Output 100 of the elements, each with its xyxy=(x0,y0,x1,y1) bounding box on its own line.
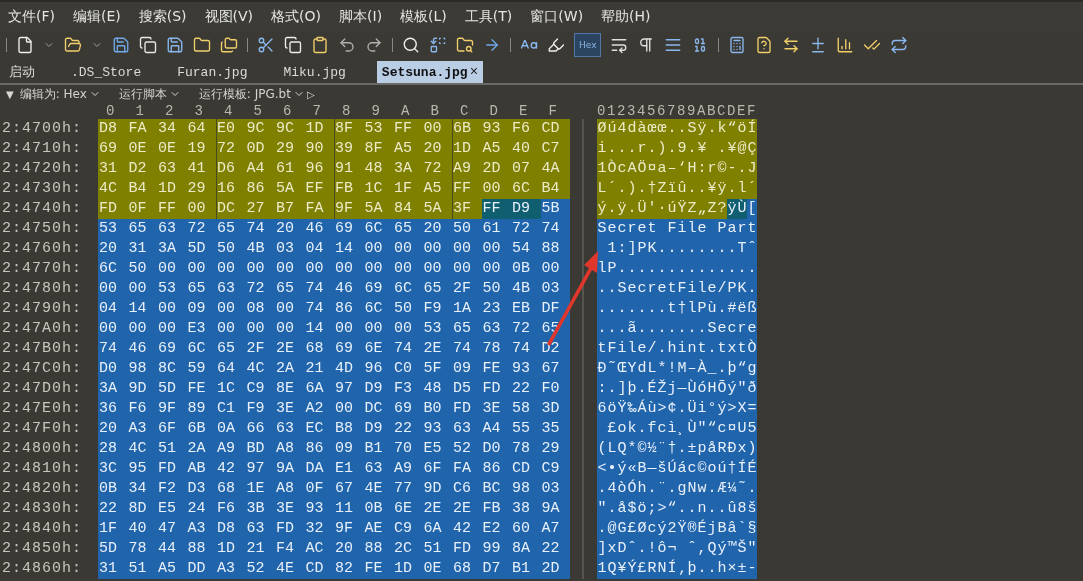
hex-byte: DA xyxy=(304,459,334,479)
hex-byte: 69 xyxy=(363,279,393,299)
hex-byte: 00 xyxy=(186,199,216,219)
hex-byte: 3E xyxy=(275,499,305,519)
search-icon[interactable] xyxy=(402,36,420,54)
hex-byte: 03 xyxy=(540,279,570,299)
hex-toggle[interactable]: Hex xyxy=(574,33,602,57)
file-tab[interactable]: Miku.jpg xyxy=(278,61,351,83)
copy-icon[interactable] xyxy=(284,36,302,54)
hex-byte: CD xyxy=(304,559,334,579)
hex-byte: 29 xyxy=(275,139,305,159)
hex-byte: A9 xyxy=(452,159,482,179)
folders-icon[interactable] xyxy=(220,36,238,54)
run-script-menu[interactable]: 运行脚本 xyxy=(118,85,167,103)
hex-byte: 70 xyxy=(393,439,423,459)
close-icon[interactable]: × xyxy=(469,64,479,80)
menu-item[interactable]: 模板(L) xyxy=(400,7,457,26)
file-tab[interactable]: 启动 xyxy=(4,61,40,83)
help-file-icon[interactable] xyxy=(755,36,774,54)
collapse-icon[interactable]: ▼ xyxy=(6,88,14,100)
menu-item[interactable]: 编辑(E) xyxy=(73,7,131,26)
menu-item[interactable]: 脚本(I) xyxy=(339,7,393,26)
histogram-icon[interactable] xyxy=(836,36,855,54)
hex-byte: 6C xyxy=(363,299,393,319)
hex-byte: 51 xyxy=(422,539,452,559)
hex-byte: 3E xyxy=(275,399,305,419)
menu-item[interactable]: 文件(F) xyxy=(8,7,65,26)
hex-byte: 48 xyxy=(363,159,393,179)
hex-byte: AE xyxy=(363,519,393,539)
hex-byte: 52 xyxy=(452,439,482,459)
save-icon[interactable] xyxy=(112,36,130,54)
edit-as-menu[interactable]: 编辑为: Hex xyxy=(19,85,87,103)
hex-byte: 3D xyxy=(540,399,570,419)
hex-byte: 4E xyxy=(275,559,305,579)
menu-item[interactable]: 工具(T) xyxy=(464,7,523,26)
hex-byte: F4 xyxy=(275,539,305,559)
hex-byte: 1E xyxy=(245,479,275,499)
hex-byte: C9 xyxy=(393,519,423,539)
ascii-text: ý.ÿ.Ü'·úŸZ„Z?ÿÙ[ xyxy=(597,199,758,219)
hex-byte: CD xyxy=(540,119,570,139)
tab-label: Miku.jpg xyxy=(283,64,346,80)
hex-byte: FA xyxy=(304,199,334,219)
menu-item[interactable]: 窗口(W) xyxy=(530,7,594,26)
goto-icon[interactable] xyxy=(483,36,501,54)
open-folder-icon[interactable] xyxy=(64,36,82,54)
cut-icon[interactable] xyxy=(257,36,275,54)
hex-byte: 50 xyxy=(393,299,423,319)
menu-item[interactable]: 格式(O) xyxy=(271,7,332,26)
hex-byte: 5D xyxy=(98,539,128,559)
hex-byte: 48 xyxy=(422,379,452,399)
hex-byte: E0 xyxy=(216,119,246,139)
hex-byte: 0E xyxy=(157,139,187,159)
file-tab[interactable]: Furan.jpg xyxy=(172,61,253,83)
hex-byte: 03 xyxy=(275,239,305,259)
redo-icon[interactable] xyxy=(365,36,383,54)
find-in-files-icon[interactable] xyxy=(456,36,474,54)
hex-byte: 09 xyxy=(334,439,364,459)
hex-byte: 2E xyxy=(422,339,452,359)
column-label: 6 xyxy=(282,103,293,119)
hex-byte: C6 xyxy=(452,479,482,499)
hex-byte: 65 xyxy=(422,279,452,299)
hex-byte: 20 xyxy=(98,239,128,259)
hex-byte: 69 xyxy=(98,139,128,159)
run-icon[interactable]: ▷ xyxy=(306,88,315,100)
new-file-icon[interactable] xyxy=(16,36,34,54)
highlighter-icon[interactable] xyxy=(547,36,565,54)
swap-icon[interactable] xyxy=(782,36,801,54)
hex-byte: 0E xyxy=(127,139,157,159)
hex-byte: 6C xyxy=(511,179,541,199)
hex-byte: 63 xyxy=(275,419,305,439)
hex-byte: D7 xyxy=(481,559,511,579)
wrap-icon[interactable] xyxy=(610,36,629,54)
column-label: B xyxy=(429,103,440,119)
menu-item[interactable]: 视图(V) xyxy=(204,7,264,26)
run-template-menu[interactable]: 运行模板: JPG.bt xyxy=(198,85,291,103)
hex-byte: FD xyxy=(157,459,187,479)
calculator-icon[interactable] xyxy=(728,36,747,54)
hex-byte: 00 xyxy=(452,259,482,279)
menu-item[interactable]: 帮助(H) xyxy=(601,7,661,26)
hex-byte: 09 xyxy=(452,359,482,379)
hex-byte: 35 xyxy=(540,419,570,439)
hex-byte: 69 xyxy=(334,219,364,239)
ascii-text: i...r.).9.¥ .¥@Ç xyxy=(597,139,758,159)
hex-byte: D9 xyxy=(363,379,393,399)
hex-byte: 65 xyxy=(216,339,246,359)
hex-byte: 3C xyxy=(98,459,128,479)
hex-byte: 29 xyxy=(540,439,570,459)
hex-byte: 91 xyxy=(334,159,364,179)
hex-byte: 86 xyxy=(334,299,364,319)
paste-icon[interactable] xyxy=(311,36,329,54)
columns-icon[interactable] xyxy=(664,36,683,54)
file-tab[interactable]: Setsuna.jpg× xyxy=(376,61,484,83)
undo-icon[interactable] xyxy=(338,36,356,54)
hex-byte: 34 xyxy=(157,119,187,139)
hex-byte: 65 xyxy=(452,319,482,339)
hex-byte: 98 xyxy=(127,359,157,379)
hex-byte: 00 xyxy=(481,259,511,279)
file-tab[interactable]: .DS_Store xyxy=(66,61,147,83)
folder-icon[interactable] xyxy=(193,36,211,54)
menu-item[interactable]: 搜索(S) xyxy=(138,7,197,26)
